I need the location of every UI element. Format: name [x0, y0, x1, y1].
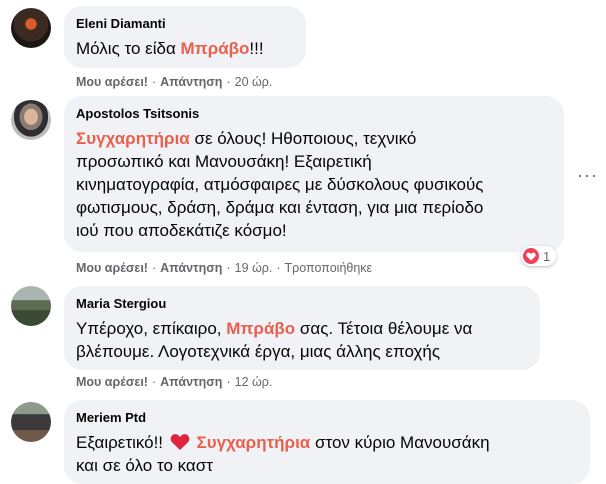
like-button[interactable]: Μου αρέσει!: [76, 75, 148, 89]
comment-bubble: Eleni Diamanti Μόλις το είδα Μπράβο!!!: [64, 6, 306, 68]
comment-bubble: Maria Stergiou Υπέροχο, επίκαιρο, Μπράβο…: [64, 286, 540, 370]
timestamp[interactable]: 19 ώρ.: [235, 261, 273, 275]
heart-emoji-icon: [170, 434, 190, 450]
avatar[interactable]: [11, 286, 51, 326]
avatar[interactable]: [11, 8, 51, 48]
highlight-word: Μπράβο: [226, 319, 296, 338]
comment-bubble: Meriem Ptd Εξαιρετικό!! Συγχαρητήρια στο…: [64, 400, 590, 484]
comment-bubble: Apostolos Tsitsonis Συγχαρητήρια σε όλου…: [64, 96, 564, 252]
comment-text: Μόλις το είδα Μπράβο!!!: [76, 39, 264, 58]
more-options-icon[interactable]: ···: [577, 166, 598, 184]
comment-author[interactable]: Eleni Diamanti: [76, 15, 294, 33]
like-button[interactable]: Μου αρέσει!: [76, 375, 148, 389]
comment-actions: Μου αρέσει! · Απάντηση · 19 ώρ. · Τροποποιήθηκ…: [76, 261, 373, 275]
like-button[interactable]: Μου αρέσει!: [76, 261, 148, 275]
avatar[interactable]: [11, 402, 51, 442]
highlight-word: Συγχαρητήρια: [196, 433, 311, 452]
edited-label[interactable]: Τροποποιήθηκε: [285, 261, 373, 275]
reply-button[interactable]: Απάντηση: [160, 75, 222, 89]
highlight-word: Μπράβο: [180, 39, 250, 58]
reply-button[interactable]: Απάντηση: [160, 375, 222, 389]
love-reaction-icon: [523, 248, 539, 264]
comment-actions: Μου αρέσει! · Απάντηση · 12 ώρ.: [76, 375, 273, 389]
reaction-summary[interactable]: 1: [521, 246, 557, 266]
comment-author[interactable]: Meriem Ptd: [76, 409, 578, 427]
comment-text: Συγχαρητήρια σε όλους! Ηθοποιους, τεχνικ…: [76, 129, 484, 240]
comment-actions: Μου αρέσει! · Απάντηση · 20 ώρ.: [76, 75, 273, 89]
timestamp[interactable]: 20 ώρ.: [235, 75, 273, 89]
comment-author[interactable]: Maria Stergiou: [76, 295, 528, 313]
highlight-word: Συγχαρητήρια: [76, 129, 190, 148]
comment-text: Υπέροχο, επίκαιρο, Μπράβο σας. Τέτοια θέ…: [76, 319, 473, 361]
reaction-count: 1: [543, 248, 551, 264]
comment-text: Εξαιρετικό!! Συγχαρητήρια στον κύριο Μαν…: [76, 433, 490, 475]
reply-button[interactable]: Απάντηση: [160, 261, 222, 275]
timestamp[interactable]: 12 ώρ.: [235, 375, 273, 389]
avatar[interactable]: [11, 100, 51, 140]
comment-author[interactable]: Apostolos Tsitsonis: [76, 105, 552, 123]
